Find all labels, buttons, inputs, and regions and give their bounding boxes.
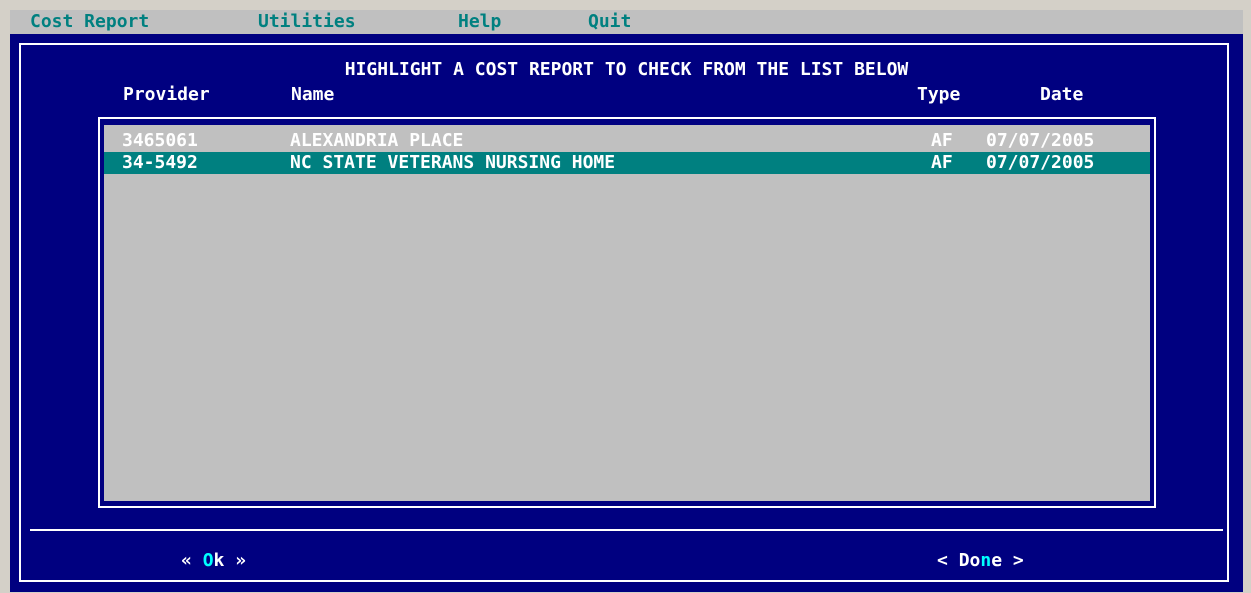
menu-help[interactable]: Help bbox=[458, 11, 501, 33]
row-name: ALEXANDRIA PLACE bbox=[290, 130, 464, 151]
ok-rest: k bbox=[213, 550, 225, 571]
column-header-provider: Provider bbox=[123, 84, 210, 105]
row-type: AF bbox=[931, 152, 953, 173]
ok-button[interactable]: « Ok » bbox=[181, 550, 246, 572]
column-header-date: Date bbox=[1040, 84, 1084, 105]
row-provider: 34-5492 bbox=[122, 152, 198, 173]
row-provider: 3465061 bbox=[122, 130, 198, 151]
done-button[interactable]: < Done > bbox=[937, 550, 1024, 572]
column-header-name: Name bbox=[291, 84, 335, 105]
menu-cost-report[interactable]: Cost Report bbox=[30, 11, 149, 33]
done-after: e bbox=[991, 550, 1003, 571]
ok-prefix: « bbox=[181, 550, 203, 571]
column-header-type: Type bbox=[917, 84, 961, 105]
dialog-title: HIGHLIGHT A COST REPORT TO CHECK FROM TH… bbox=[344, 59, 909, 80]
list-item-selected[interactable]: 34-5492 NC STATE VETERANS NURSING HOME A… bbox=[104, 152, 1150, 174]
dos-app-screen: Cost Report Utilities Help Quit HIGHLIGH… bbox=[10, 10, 1243, 592]
ok-suffix: » bbox=[224, 550, 247, 571]
row-date: 07/07/2005 bbox=[986, 152, 1095, 173]
row-date: 07/07/2005 bbox=[986, 130, 1095, 151]
menu-utilities[interactable]: Utilities bbox=[258, 11, 356, 33]
done-hotkey: n bbox=[980, 550, 992, 571]
button-divider bbox=[30, 529, 1223, 531]
row-name: NC STATE VETERANS NURSING HOME bbox=[290, 152, 616, 173]
ok-hotkey: O bbox=[202, 550, 214, 571]
done-prefix: < bbox=[937, 550, 959, 571]
menu-quit[interactable]: Quit bbox=[588, 11, 631, 33]
done-suffix: > bbox=[1002, 550, 1024, 571]
list-item[interactable]: 3465061 ALEXANDRIA PLACE AF 07/07/2005 bbox=[104, 130, 1150, 152]
done-before: Do bbox=[958, 550, 981, 571]
cost-report-list[interactable]: 3465061 ALEXANDRIA PLACE AF 07/07/2005 3… bbox=[104, 125, 1150, 501]
row-type: AF bbox=[931, 130, 953, 151]
menu-bar: Cost Report Utilities Help Quit bbox=[10, 10, 1243, 34]
